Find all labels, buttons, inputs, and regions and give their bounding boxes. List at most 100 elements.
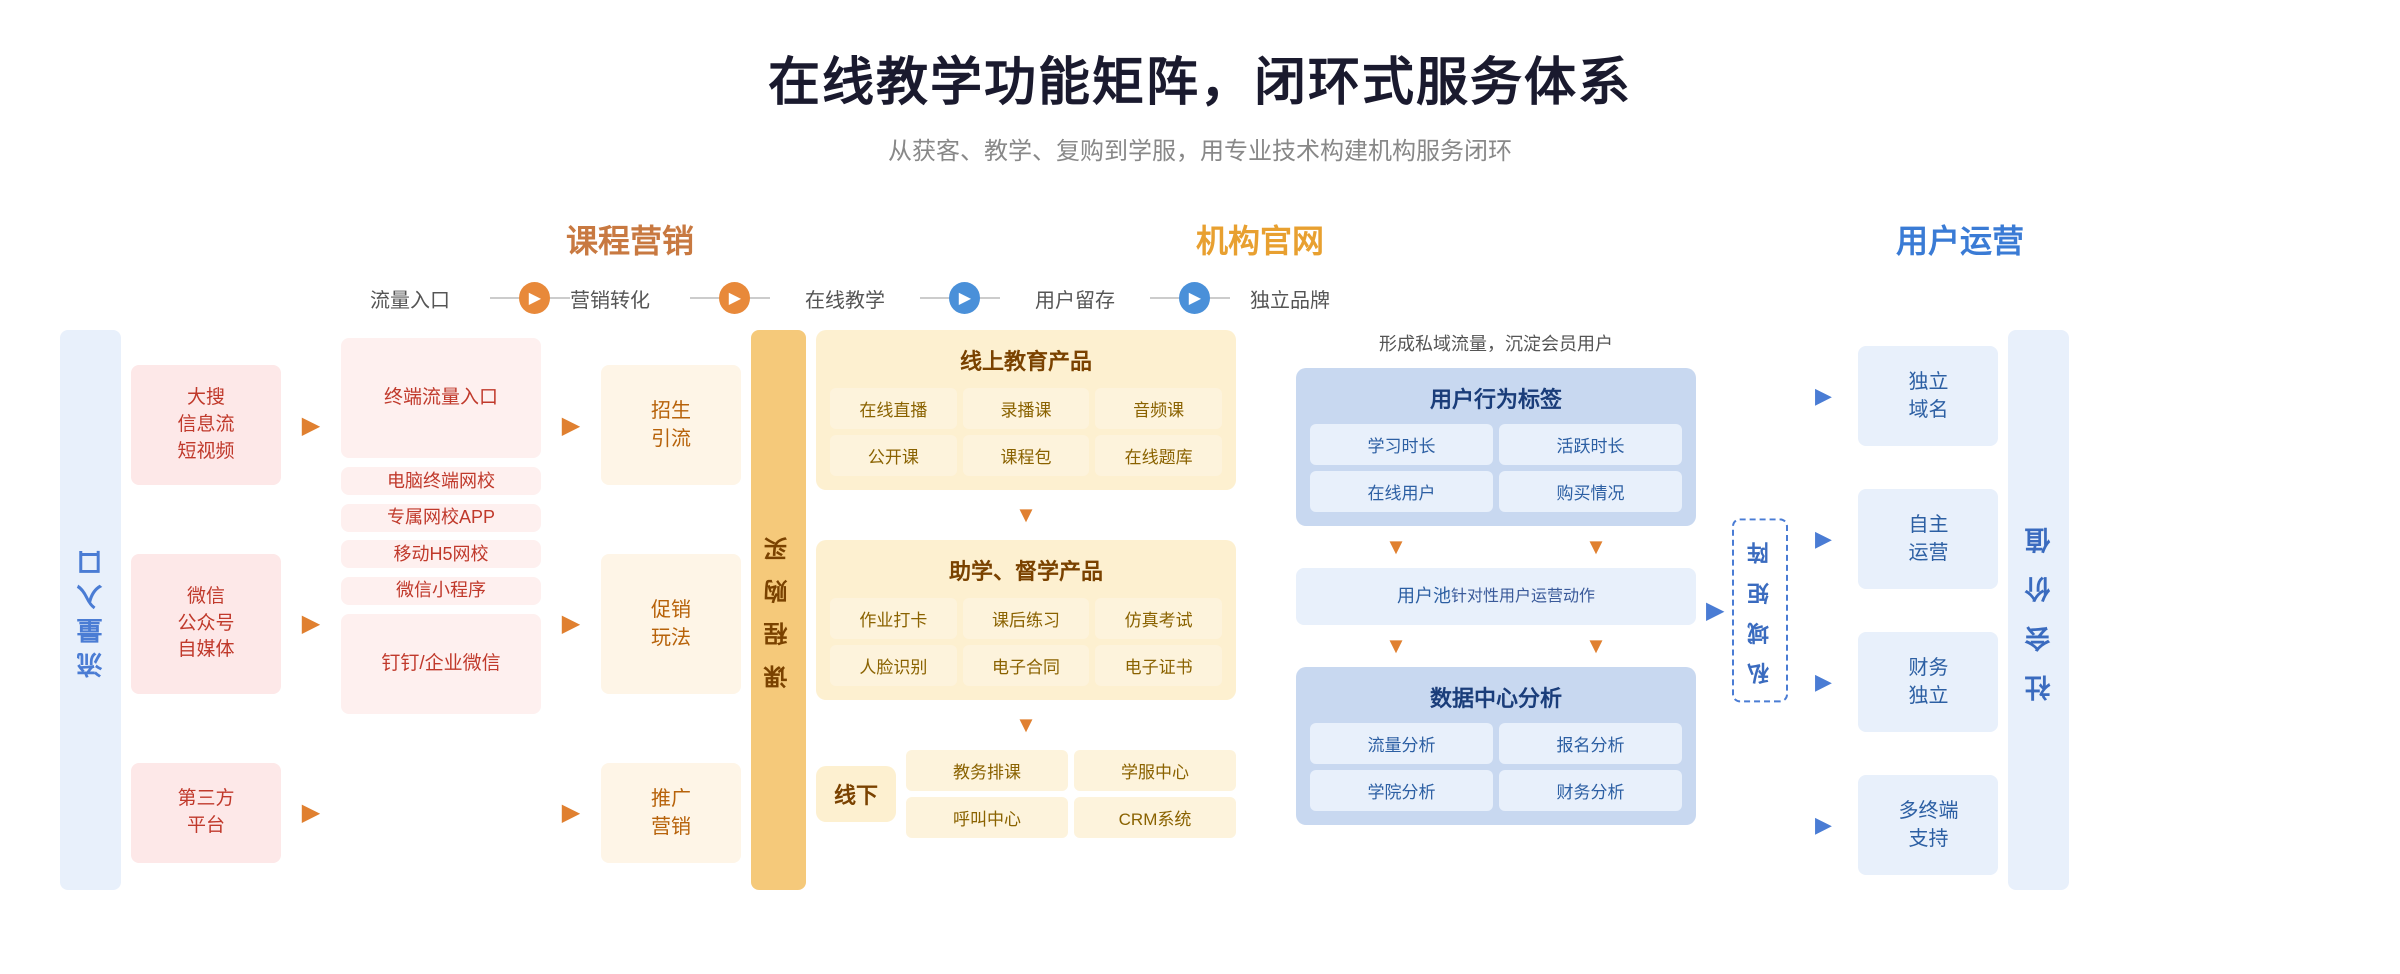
- arrow-conversion: ▶: [719, 282, 750, 314]
- terminal-flow: 终端流量入口: [341, 338, 541, 458]
- traffic-sources: 大搜信息流短视频 微信公众号自媒体 第三方平台: [131, 330, 281, 890]
- offline-item-3: 呼叫中心: [906, 797, 1068, 838]
- edu-item-6: 在线题库: [1095, 435, 1222, 476]
- behavior-tag-grid: 学习时长 活跃时长 在线用户 购买情况: [1310, 424, 1682, 512]
- brand-2: 自主运营: [1858, 489, 1998, 589]
- platform-app: 专属网校APP: [341, 504, 541, 532]
- traffic-source-3: 第三方平台: [131, 763, 281, 863]
- stage-retention: 用户留存: [1000, 284, 1150, 313]
- to-conversion-arrows: ▶ ▶ ▶: [551, 330, 591, 890]
- arr4: ▶: [551, 365, 591, 485]
- platform-pc: 电脑终端网校: [341, 467, 541, 495]
- edu-item-2: 录播课: [963, 388, 1090, 429]
- offline-label: 线下: [816, 766, 896, 822]
- category-user: 用户运营: [1610, 216, 2310, 262]
- traffic-arrows: ▶ ▶ ▶: [291, 330, 331, 890]
- category-headers: 课程营销 机构官网 用户运营: [370, 216, 2340, 262]
- study-products-box: 助学、督学产品 作业打卡 课后练习 仿真考试 人脸识别 电子合同 电子证书: [816, 540, 1236, 700]
- study-products-grid: 作业打卡 课后练习 仿真考试 人脸识别 电子合同 电子证书: [830, 598, 1222, 686]
- page-title: 在线教学功能矩阵，闭环式服务体系: [60, 40, 2340, 115]
- data-analysis-box: 数据中心分析 流量分析 报名分析 学院分析 财务分析: [1296, 667, 1696, 825]
- analysis-1: 流量分析: [1310, 723, 1493, 764]
- conv-marketing: 推广营销: [601, 763, 741, 863]
- study-item-3: 仿真考试: [1095, 598, 1222, 639]
- social-value-label: 社 会 价 值: [2008, 330, 2069, 890]
- page-container: 在线教学功能矩阵，闭环式服务体系 从获客、教学、复购到学服，用专业技术构建机构服…: [0, 0, 2400, 930]
- data-analysis-grid: 流量分析 报名分析 学院分析 财务分析: [1310, 723, 1682, 811]
- tag-4: 购买情况: [1499, 471, 1682, 512]
- study-item-4: 人脸识别: [830, 645, 957, 686]
- offline-section: 线下 教务排课 学服中心 呼叫中心 CRM系统: [816, 750, 1236, 838]
- user-retention-section: 形成私域流量，沉淀会员用户 用户行为标签 学习时长 活跃时长 在线用户 购买情况…: [1296, 330, 1696, 890]
- to-private-section: ▶ 私 域 矩 阵: [1706, 330, 1788, 890]
- study-item-5: 电子合同: [963, 645, 1090, 686]
- arrow-online: ▶: [949, 282, 980, 314]
- down-arrows-row: ▼ ▼: [1296, 534, 1696, 560]
- analysis-2: 报名分析: [1499, 723, 1682, 764]
- tag-2: 活跃时长: [1499, 424, 1682, 465]
- platform-h5: 移动H5网校: [341, 540, 541, 568]
- analysis-3: 学院分析: [1310, 770, 1493, 811]
- edu-item-4: 公开课: [830, 435, 957, 476]
- user-pool: 用户池针对性用户运营动作: [1296, 568, 1696, 625]
- brand-3: 财务独立: [1858, 632, 1998, 732]
- online-edu-box: 线上教育产品 在线直播 录播课 音频课 公开课 课程包 在线题库: [816, 330, 1236, 490]
- down-arr-4: ▼: [1585, 534, 1607, 560]
- tag-1: 学习时长: [1310, 424, 1493, 465]
- arr-brand-4: ▶: [1798, 812, 1848, 838]
- stage-online: 在线教学: [770, 284, 920, 313]
- conversion-methods: 招生引流 促销玩法 推广营销: [601, 330, 741, 890]
- to-retention-arrow: [1246, 330, 1286, 890]
- arr2: ▶: [291, 554, 331, 694]
- arr5: ▶: [551, 554, 591, 694]
- private-matrix-label: 私 域 矩 阵: [1732, 518, 1788, 702]
- arr-brand-1: ▶: [1798, 383, 1848, 409]
- flow-stages-row: 流量入口 ▶ 营销转化 ▶ 在线教学 ▶ 用户留存 ▶: [370, 282, 2340, 314]
- online-edu-header: 线上教育产品: [830, 344, 1222, 376]
- category-marketing: 课程营销: [370, 216, 890, 262]
- down-arr-3: ▼: [1385, 534, 1407, 560]
- stage-conversion: 营销转化: [570, 284, 690, 313]
- arr-brand-2: ▶: [1798, 526, 1848, 552]
- arr3: ▶: [291, 763, 331, 863]
- platform-list: 电脑终端网校 专属网校APP 移动H5网校 微信小程序: [341, 466, 541, 606]
- offline-grid: 教务排课 学服中心 呼叫中心 CRM系统: [906, 750, 1236, 838]
- conv-recruit: 招生引流: [601, 365, 741, 485]
- traffic-source-1: 大搜信息流短视频: [131, 365, 281, 485]
- arr-brand-3: ▶: [1798, 669, 1848, 695]
- brand-boxes: 独立域名 自主运营 财务独立 多终端支持: [1858, 330, 1998, 890]
- data-analysis-label: 数据中心分析: [1310, 681, 1682, 713]
- page-subtitle: 从获客、教学、复购到学服，用专业技术构建机构服务闭环: [60, 131, 2340, 166]
- analysis-4: 财务分析: [1499, 770, 1682, 811]
- down-arrows-row2: ▼ ▼: [1296, 633, 1696, 659]
- study-item-1: 作业打卡: [830, 598, 957, 639]
- brand-arrows: ▶ ▶ ▶ ▶: [1798, 330, 1848, 890]
- online-education-section: 线上教育产品 在线直播 录播课 音频课 公开课 课程包 在线题库 ▼ 助学、督学…: [816, 330, 1236, 890]
- course-purchase-label: 课 程 购 买: [751, 330, 806, 890]
- study-item-2: 课后练习: [963, 598, 1090, 639]
- category-website: 机构官网: [910, 216, 1610, 262]
- tag-3: 在线用户: [1310, 471, 1493, 512]
- study-item-6: 电子证书: [1095, 645, 1222, 686]
- retention-intro: 形成私域流量，沉淀会员用户: [1296, 330, 1696, 356]
- arrow-retention: ▶: [1179, 282, 1210, 314]
- offline-item-4: CRM系统: [1074, 797, 1236, 838]
- offline-item-1: 教务排课: [906, 750, 1068, 791]
- brand-4: 多终端支持: [1858, 775, 1998, 875]
- traffic-source-2: 微信公众号自媒体: [131, 554, 281, 694]
- study-products-header: 助学、督学产品: [830, 554, 1222, 586]
- stage-brand: 独立品牌: [1230, 284, 1350, 313]
- behavior-tag-label: 用户行为标签: [1310, 382, 1682, 414]
- left-vertical-label: 流量入口: [60, 330, 121, 890]
- offline-item-2: 学服中心: [1074, 750, 1236, 791]
- edu-item-1: 在线直播: [830, 388, 957, 429]
- online-edu-grid: 在线直播 录播课 音频课 公开课 课程包 在线题库: [830, 388, 1222, 476]
- down-arr-1: ▼: [816, 502, 1236, 528]
- platform-dingding: 钉钉/企业微信: [341, 614, 541, 714]
- down-arr-6: ▼: [1585, 633, 1607, 659]
- platform-wechat: 微信小程序: [341, 577, 541, 605]
- arr-to-private: ▶: [1706, 596, 1724, 625]
- edu-item-3: 音频课: [1095, 388, 1222, 429]
- edu-item-5: 课程包: [963, 435, 1090, 476]
- arrow-traffic: ▶: [519, 282, 550, 314]
